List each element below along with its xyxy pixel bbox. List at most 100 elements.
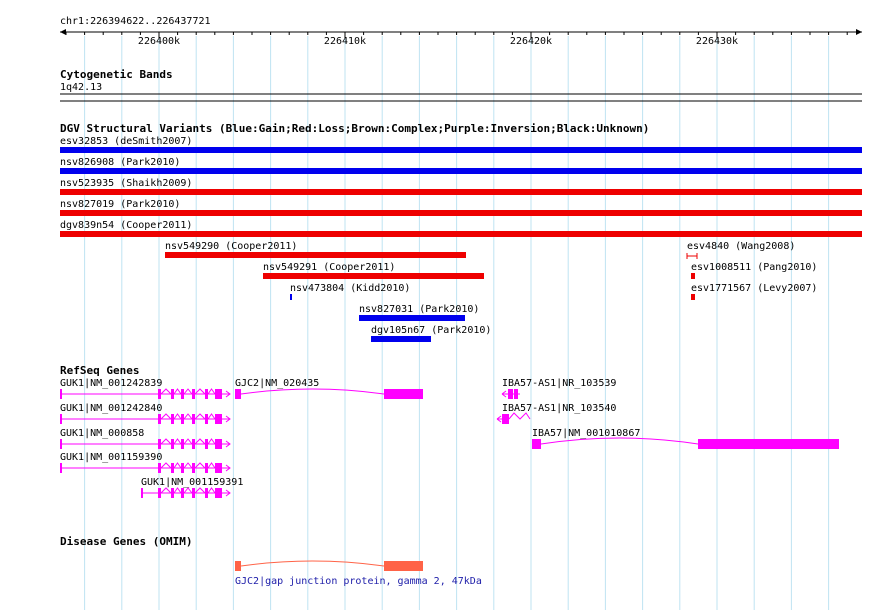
intron [173, 462, 182, 469]
gene-label: GUK1|NM_001242840 [60, 403, 162, 414]
gene-model[interactable] [141, 487, 231, 498]
cytoband-track-title: Cytogenetic Bands [60, 68, 173, 81]
exon [158, 389, 161, 399]
exon [205, 389, 208, 399]
gene-iba57as1-nr103539[interactable]: IBA57-AS1|NR_103539 [501, 378, 616, 399]
variant-bar[interactable] [60, 168, 862, 174]
gene-model[interactable] [60, 413, 231, 424]
exon [171, 389, 174, 399]
gene-label: IBA57-AS1|NR_103539 [502, 378, 616, 389]
variant-bar[interactable] [263, 273, 484, 279]
gene-iba57-nm001010867[interactable]: IBA57|NM_001010867 [532, 428, 839, 449]
exon [158, 414, 161, 424]
intron [183, 462, 193, 469]
variant-bar[interactable] [290, 294, 292, 300]
gene-label: GUK1|NM_001242839 [60, 378, 162, 389]
variant-nsv826908[interactable]: nsv826908 (Park2010) [60, 157, 862, 174]
gene-gjc2-nm020435[interactable]: GJC2|NM_020435 [235, 378, 423, 399]
variant-bar[interactable] [691, 273, 695, 279]
gene-model[interactable] [60, 438, 231, 449]
gene-label: IBA57|NM_001010867 [532, 428, 640, 439]
variant-dgv105n67[interactable]: dgv105n67 (Park2010) [371, 325, 491, 342]
variant-nsv827031[interactable]: nsv827031 (Park2010) [359, 304, 479, 321]
intron [183, 413, 193, 420]
tick-label-3: 226430k [696, 36, 738, 47]
variant-bar[interactable] [686, 253, 698, 259]
exon [171, 463, 174, 473]
variant-label: nsv549291 (Cooper2011) [263, 262, 395, 273]
ruler-left-arrow[interactable] [60, 29, 66, 35]
exon [60, 414, 62, 424]
exon [60, 439, 62, 449]
tick-label-1: 226410k [324, 36, 366, 47]
exon [192, 414, 195, 424]
genome-browser-view: chr1:226394622..226437721 226400k 226410… [60, 16, 862, 610]
exon [215, 439, 222, 449]
variant-nsv549290[interactable]: nsv549290 (Cooper2011) [165, 241, 466, 258]
intron [183, 487, 193, 494]
gene-model[interactable] [60, 388, 231, 399]
gene-guk1-nm001242840[interactable]: GUK1|NM_001242840 [60, 403, 231, 424]
variant-bar[interactable] [60, 147, 862, 153]
exon [181, 414, 184, 424]
variant-label: nsv827031 (Park2010) [359, 304, 479, 315]
omim-gene-gjc2[interactable]: GJC2|gap junction protein, gamma 2, 47kD… [235, 560, 482, 587]
variant-bar[interactable] [359, 315, 465, 321]
omim-label: GJC2|gap junction protein, gamma 2, 47kD… [235, 576, 482, 587]
exon [215, 488, 222, 498]
variant-bar[interactable] [371, 336, 431, 342]
variant-bar[interactable] [60, 210, 862, 216]
exon [158, 439, 161, 449]
intron [207, 438, 216, 445]
variant-label: esv4840 (Wang2008) [687, 241, 795, 252]
variant-nsv827019[interactable]: nsv827019 (Park2010) [60, 199, 862, 216]
variant-bar[interactable] [60, 189, 862, 195]
ruler: chr1:226394622..226437721 226400k 226410… [60, 16, 862, 47]
exon [181, 488, 184, 498]
intron [160, 462, 172, 469]
cytoband-label[interactable]: 1q42.13 [60, 82, 102, 93]
variant-esv4840[interactable]: esv4840 (Wang2008) [686, 241, 795, 259]
exon [141, 488, 143, 498]
gene-guk1-nm001242839[interactable]: GUK1|NM_001242839 [60, 378, 231, 399]
intron [183, 438, 193, 445]
dgv-features: esv32853 (deSmith2007) nsv826908 (Park20… [60, 136, 862, 342]
gene-guk1-nm001159391[interactable]: GUK1|NM_001159391 [141, 477, 243, 498]
variant-nsv549291[interactable]: nsv549291 (Cooper2011) [263, 262, 484, 279]
gene-iba57as1-nr103540[interactable]: IBA57-AS1|NR_103540 [496, 403, 616, 424]
variant-bar[interactable] [60, 231, 862, 237]
variant-label: esv1008511 (Pang2010) [691, 262, 817, 273]
intron [207, 462, 216, 469]
intron [173, 388, 182, 395]
intron [183, 388, 193, 395]
intron [160, 388, 172, 395]
variant-label: nsv826908 (Park2010) [60, 157, 180, 168]
refseq-track: RefSeq Genes GUK1|NM_001242839 GJC2|NM_0… [60, 364, 839, 498]
gene-model[interactable] [532, 437, 839, 449]
gene-label: GUK1|NM_000858 [60, 428, 144, 439]
gene-guk1-nm001159390[interactable]: GUK1|NM_001159390 [60, 452, 231, 473]
tick-label-0: 226400k [138, 36, 180, 47]
gene-model[interactable] [501, 389, 520, 399]
exon [192, 389, 195, 399]
variant-label: dgv105n67 (Park2010) [371, 325, 491, 336]
variant-nsv523935[interactable]: nsv523935 (Shaikh2009) [60, 178, 862, 195]
exon [205, 488, 208, 498]
variant-bar[interactable] [165, 252, 466, 258]
variant-bar[interactable] [691, 294, 695, 300]
exon [205, 414, 208, 424]
variant-esv32853[interactable]: esv32853 (deSmith2007) [60, 136, 862, 153]
gene-model[interactable] [496, 412, 531, 424]
gene-label: IBA57-AS1|NR_103540 [502, 403, 616, 414]
intron [173, 487, 182, 494]
gene-label: GUK1|NM_001159391 [141, 477, 243, 488]
gene-model[interactable] [60, 462, 231, 473]
variant-label: dgv839n54 (Cooper2011) [60, 220, 192, 231]
gene-guk1-nm000858[interactable]: GUK1|NM_000858 [60, 428, 231, 449]
ruler-right-arrow[interactable] [856, 29, 862, 35]
exon [158, 488, 161, 498]
tick-label-2: 226420k [510, 36, 552, 47]
gene-model[interactable] [235, 388, 423, 399]
variant-dgv839n54[interactable]: dgv839n54 (Cooper2011) [60, 220, 862, 237]
exon [181, 463, 184, 473]
